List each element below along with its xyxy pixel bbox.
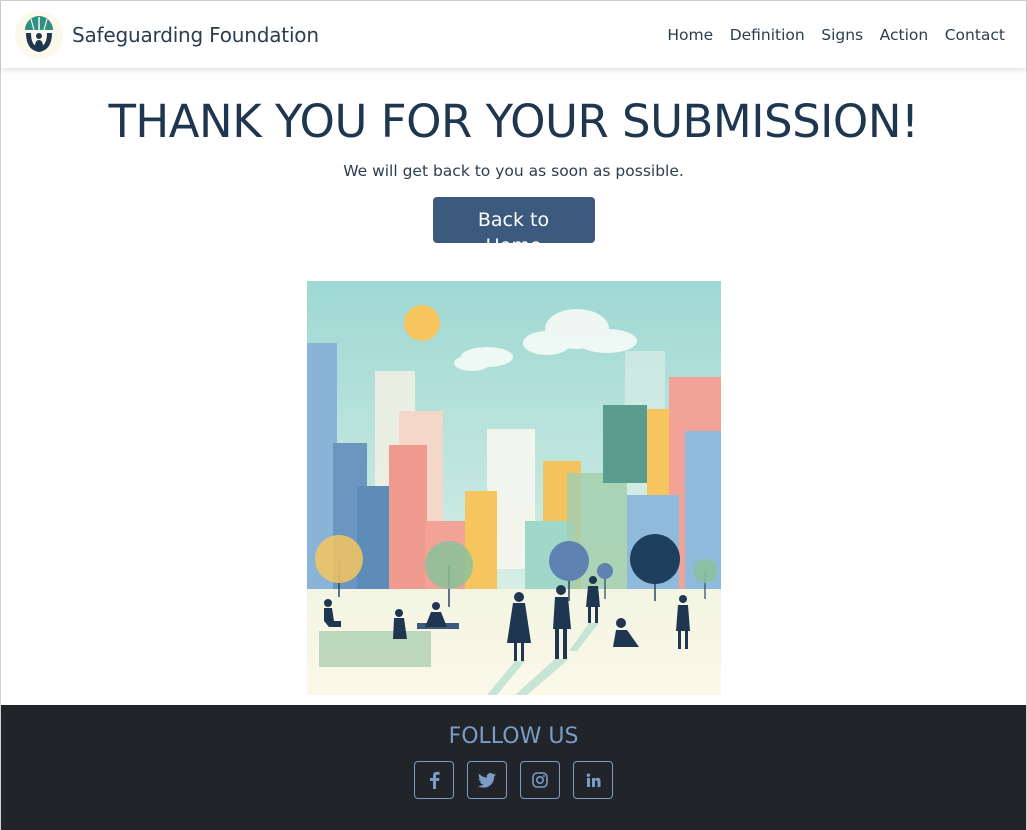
navbar: Safeguarding Foundation Home Definition … — [1, 1, 1026, 68]
nav-item-signs[interactable]: Signs — [821, 26, 863, 44]
page-title: THANK YOU FOR YOUR SUBMISSION! — [108, 95, 919, 148]
follow-us-heading: FOLLOW US — [448, 724, 579, 749]
footer: FOLLOW US — [1, 705, 1026, 830]
facebook-icon — [430, 771, 440, 789]
community-illustration — [306, 281, 721, 695]
instagram-link[interactable] — [520, 761, 560, 799]
instagram-icon — [532, 772, 548, 788]
linkedin-link[interactable] — [573, 761, 613, 799]
linkedin-icon — [586, 773, 600, 787]
nav-item-action[interactable]: Action — [880, 26, 929, 44]
brand-name: Safeguarding Foundation — [72, 22, 319, 47]
facebook-link[interactable] — [414, 761, 454, 799]
twitter-icon — [478, 772, 496, 788]
main-content: THANK YOU FOR YOUR SUBMISSION! We will g… — [1, 68, 1026, 695]
nav-item-contact[interactable]: Contact — [945, 26, 1005, 44]
logo-icon — [15, 10, 63, 59]
confirmation-message: We will get back to you as soon as possi… — [343, 162, 684, 180]
back-to-home-button[interactable]: Back to Home — [432, 197, 595, 257]
twitter-link[interactable] — [467, 761, 507, 799]
nav-item-definition[interactable]: Definition — [730, 26, 805, 44]
nav-item-home[interactable]: Home — [667, 26, 713, 44]
social-links — [1, 761, 1026, 799]
nav-links: Home Definition Signs Action Contact — [651, 26, 1005, 44]
brand-link[interactable]: Safeguarding Foundation — [15, 10, 319, 59]
